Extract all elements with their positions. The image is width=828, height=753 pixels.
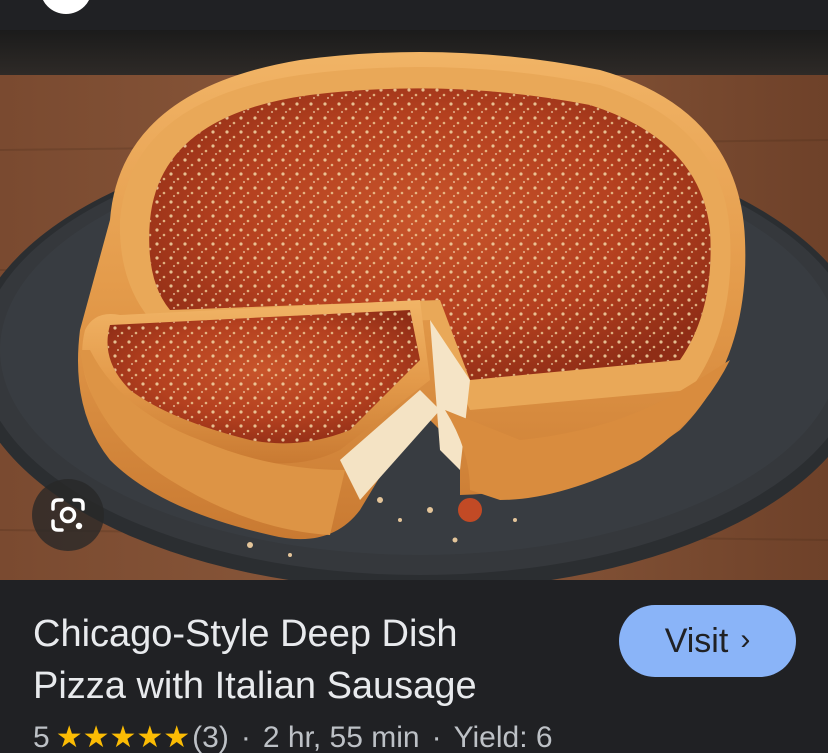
recipe-meta: 5 ★★★★★ (3) · 2 hr, 55 min · Yield: 6 (33, 720, 553, 753)
separator: · (431, 720, 442, 753)
recipe-image[interactable] (0, 30, 828, 580)
chevron-right-icon: › (740, 623, 751, 656)
recipe-title-line1: Chicago-Style Deep Dish (33, 613, 458, 655)
separator: · (240, 720, 251, 753)
review-count: (3) (192, 720, 229, 753)
top-bar (0, 0, 828, 30)
result-info-panel: Chicago-Style Deep Dish Pizza with Itali… (0, 580, 828, 753)
lens-search-button[interactable] (32, 479, 104, 551)
avatar[interactable] (40, 0, 92, 14)
recipe-title-line2: Pizza with Italian Sausage (33, 665, 477, 707)
recipe-title[interactable]: Chicago-Style Deep Dish Pizza with Itali… (33, 608, 593, 712)
visit-button-label: Visit (664, 621, 729, 660)
visit-button[interactable]: Visit › (619, 605, 796, 677)
google-lens-icon (51, 498, 85, 532)
image-viewer-page: Chicago-Style Deep Dish Pizza with Itali… (0, 0, 828, 753)
recipe-yield: Yield: 6 (453, 720, 553, 753)
pizza-photo (0, 30, 828, 580)
rating-value: 5 (33, 720, 50, 753)
cook-duration: 2 hr, 55 min (262, 720, 420, 753)
star-rating-icon: ★★★★★ (55, 721, 191, 753)
